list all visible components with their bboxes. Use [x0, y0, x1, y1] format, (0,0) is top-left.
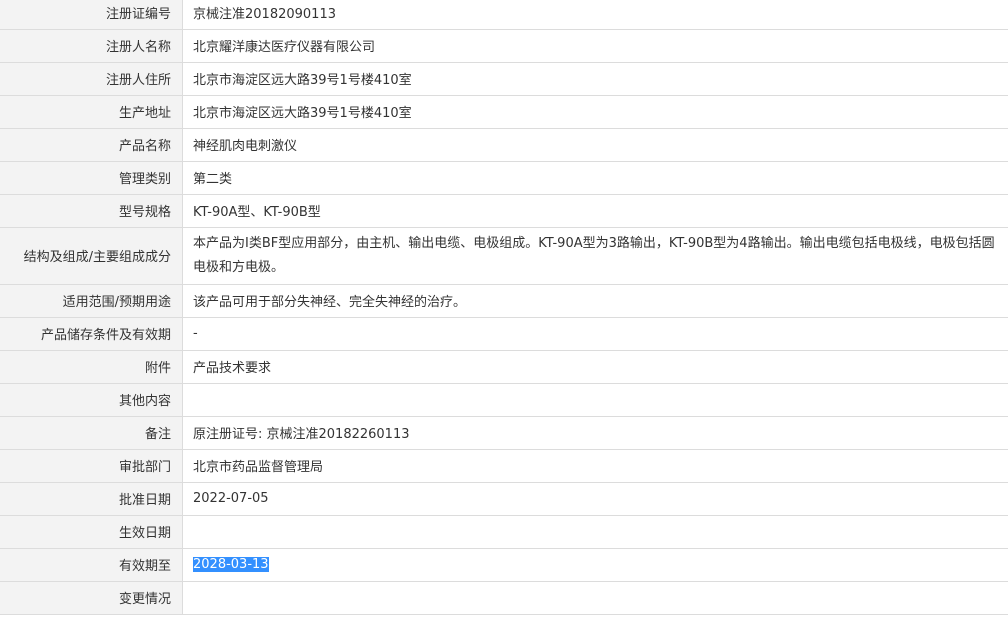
table-row: 生产地址 北京市海淀区远大路39号1号楼410室 — [0, 95, 1008, 129]
field-value: 北京市药品监督管理局 — [182, 449, 1008, 483]
field-value: 北京市海淀区远大路39号1号楼410室 — [182, 95, 1008, 129]
table-row: 有效期至 2028-03-13 — [0, 548, 1008, 582]
field-label: 生效日期 — [0, 515, 183, 549]
table-row: 附件 产品技术要求 — [0, 350, 1008, 384]
field-label: 附件 — [0, 350, 183, 384]
field-value: - — [182, 317, 1008, 351]
selected-text[interactable]: 2028-03-13 — [193, 557, 269, 572]
field-label: 变更情况 — [0, 581, 183, 615]
table-row: 审批部门 北京市药品监督管理局 — [0, 449, 1008, 483]
field-label: 有效期至 — [0, 548, 183, 582]
field-label: 管理类别 — [0, 161, 183, 195]
table-row: 批准日期 2022-07-05 — [0, 482, 1008, 516]
table-row: 注册证编号 京械注准20182090113 — [0, 0, 1008, 30]
field-value: KT-90A型、KT-90B型 — [182, 194, 1008, 228]
field-label: 注册人住所 — [0, 62, 183, 96]
field-label: 注册证编号 — [0, 0, 183, 30]
table-row: 产品储存条件及有效期 - — [0, 317, 1008, 351]
field-label: 备注 — [0, 416, 183, 450]
field-value: 北京耀洋康达医疗仪器有限公司 — [182, 29, 1008, 63]
table-row: 备注 原注册证号: 京械注准20182260113 — [0, 416, 1008, 450]
field-label: 注册人名称 — [0, 29, 183, 63]
table-row: 注册人住所 北京市海淀区远大路39号1号楼410室 — [0, 62, 1008, 96]
field-value: 原注册证号: 京械注准20182260113 — [182, 416, 1008, 450]
field-label: 型号规格 — [0, 194, 183, 228]
table-row: 结构及组成/主要组成成分 本产品为Ⅰ类BF型应用部分，由主机、输出电缆、电极组成… — [0, 227, 1008, 285]
table-row: 管理类别 第二类 — [0, 161, 1008, 195]
field-value: 神经肌肉电刺激仪 — [182, 128, 1008, 162]
field-value[interactable]: 2028-03-13 — [182, 548, 1008, 582]
field-label: 结构及组成/主要组成成分 — [0, 227, 183, 285]
table-row: 适用范围/预期用途 该产品可用于部分失神经、完全失神经的治疗。 — [0, 284, 1008, 318]
field-value — [182, 515, 1008, 549]
field-label: 其他内容 — [0, 383, 183, 417]
field-value: 第二类 — [182, 161, 1008, 195]
table-row: 注册人名称 北京耀洋康达医疗仪器有限公司 — [0, 29, 1008, 63]
table-row: 产品名称 神经肌肉电刺激仪 — [0, 128, 1008, 162]
field-label: 生产地址 — [0, 95, 183, 129]
field-value: 2022-07-05 — [182, 482, 1008, 516]
field-label: 批准日期 — [0, 482, 183, 516]
field-value: 京械注准20182090113 — [182, 0, 1008, 30]
registration-detail-table: 注册证编号 京械注准20182090113 注册人名称 北京耀洋康达医疗仪器有限… — [0, 0, 1008, 615]
field-label: 适用范围/预期用途 — [0, 284, 183, 318]
field-value: 产品技术要求 — [182, 350, 1008, 384]
field-value — [182, 383, 1008, 417]
field-label: 产品储存条件及有效期 — [0, 317, 183, 351]
field-label: 审批部门 — [0, 449, 183, 483]
field-value: 该产品可用于部分失神经、完全失神经的治疗。 — [182, 284, 1008, 318]
field-label: 产品名称 — [0, 128, 183, 162]
field-value: 北京市海淀区远大路39号1号楼410室 — [182, 62, 1008, 96]
table-row: 其他内容 — [0, 383, 1008, 417]
table-row: 生效日期 — [0, 515, 1008, 549]
table-row: 变更情况 — [0, 581, 1008, 615]
table-row: 型号规格 KT-90A型、KT-90B型 — [0, 194, 1008, 228]
field-value: 本产品为Ⅰ类BF型应用部分，由主机、输出电缆、电极组成。KT-90A型为3路输出… — [182, 227, 1008, 285]
field-value — [182, 581, 1008, 615]
